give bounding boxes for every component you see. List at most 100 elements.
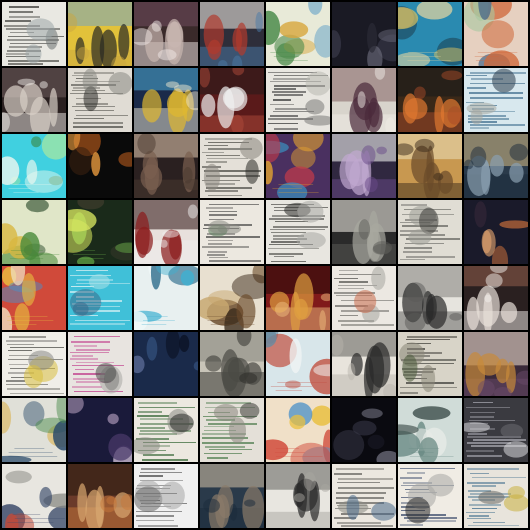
image-tile — [398, 134, 462, 198]
thumbnail-image — [266, 2, 330, 66]
thumbnail-image — [68, 200, 132, 264]
image-tile — [266, 2, 330, 66]
image-tile — [464, 464, 528, 528]
thumbnail-image — [200, 398, 264, 462]
thumbnail-image — [332, 398, 396, 462]
thumbnail-image — [68, 332, 132, 396]
thumbnail-image — [200, 134, 264, 198]
thumbnail-image — [134, 68, 198, 132]
thumbnail-image — [398, 200, 462, 264]
image-tile — [134, 332, 198, 396]
thumbnail-image — [332, 266, 396, 330]
thumbnail-image — [134, 2, 198, 66]
image-tile — [398, 200, 462, 264]
image-tile — [464, 266, 528, 330]
thumbnail-image — [464, 464, 528, 528]
thumbnail-image — [2, 266, 66, 330]
thumbnail-image — [134, 332, 198, 396]
thumbnail-image — [68, 134, 132, 198]
image-tile — [398, 464, 462, 528]
thumbnail-image — [332, 68, 396, 132]
thumbnail-image — [398, 398, 462, 462]
image-tile — [200, 2, 264, 66]
thumbnail-image — [464, 68, 528, 132]
image-tile — [200, 200, 264, 264]
thumbnail-image — [2, 200, 66, 264]
image-tile — [68, 266, 132, 330]
thumbnail-image — [134, 266, 198, 330]
thumbnail-image — [266, 398, 330, 462]
thumbnail-image — [200, 200, 264, 264]
thumbnail-image — [266, 266, 330, 330]
thumbnail-image — [2, 2, 66, 66]
image-tile — [68, 68, 132, 132]
image-tile — [2, 68, 66, 132]
thumbnail-image — [464, 2, 528, 66]
image-tile — [266, 266, 330, 330]
image-tile — [332, 266, 396, 330]
thumbnail-image — [398, 266, 462, 330]
image-tile — [2, 464, 66, 528]
thumbnail-image — [266, 464, 330, 528]
image-tile — [2, 134, 66, 198]
thumbnail-image — [464, 134, 528, 198]
image-tile — [332, 200, 396, 264]
image-tile — [134, 266, 198, 330]
thumbnail-image — [68, 398, 132, 462]
thumbnail-image — [134, 464, 198, 528]
image-tile — [200, 266, 264, 330]
thumbnail-image — [398, 332, 462, 396]
image-tile — [464, 134, 528, 198]
thumbnail-image — [464, 266, 528, 330]
image-tile — [332, 68, 396, 132]
image-tile — [134, 134, 198, 198]
image-tile — [266, 200, 330, 264]
image-tile — [200, 134, 264, 198]
image-tile — [68, 2, 132, 66]
thumbnail-image — [2, 134, 66, 198]
thumbnail-image — [68, 464, 132, 528]
image-tile — [2, 332, 66, 396]
thumbnail-image — [200, 266, 264, 330]
thumbnail-image — [68, 68, 132, 132]
image-tile — [2, 200, 66, 264]
thumbnail-image — [464, 398, 528, 462]
image-tile — [332, 332, 396, 396]
image-tile — [68, 134, 132, 198]
image-tile — [266, 134, 330, 198]
thumbnail-image — [464, 200, 528, 264]
image-tile — [266, 464, 330, 528]
image-tile — [134, 200, 198, 264]
image-tile — [200, 398, 264, 462]
thumbnail-image — [266, 332, 330, 396]
thumbnail-image — [398, 464, 462, 528]
thumbnail-image — [200, 2, 264, 66]
image-tile — [332, 2, 396, 66]
image-tile — [266, 398, 330, 462]
image-tile — [200, 464, 264, 528]
thumbnail-image — [332, 464, 396, 528]
image-tile — [68, 398, 132, 462]
thumbnail-image — [200, 68, 264, 132]
image-tile — [464, 332, 528, 396]
image-tile — [266, 68, 330, 132]
image-tile — [464, 200, 528, 264]
image-tile — [398, 68, 462, 132]
image-tile — [332, 464, 396, 528]
thumbnail-image — [200, 332, 264, 396]
thumbnail-image — [2, 464, 66, 528]
image-tile — [68, 200, 132, 264]
image-tile — [398, 266, 462, 330]
image-tile — [398, 332, 462, 396]
thumbnail-image — [2, 68, 66, 132]
thumbnail-image — [2, 398, 66, 462]
image-tile — [2, 398, 66, 462]
image-tile — [398, 2, 462, 66]
image-tile — [134, 464, 198, 528]
image-tile — [134, 2, 198, 66]
thumbnail-image — [2, 332, 66, 396]
thumbnail-image — [266, 134, 330, 198]
thumbnail-image — [332, 134, 396, 198]
thumbnail-image — [134, 200, 198, 264]
thumbnail-image — [332, 200, 396, 264]
